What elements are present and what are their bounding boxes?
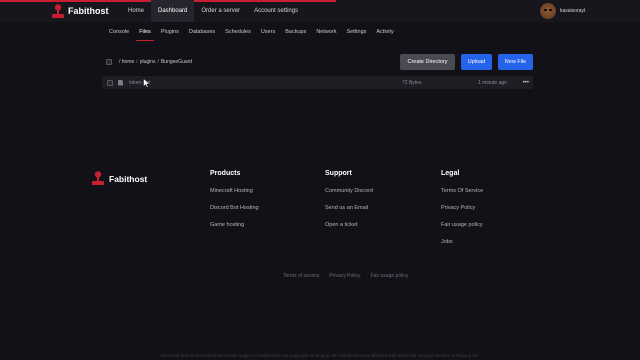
footer-link-community-discord[interactable]: Community Discord (325, 188, 373, 194)
tab-databases[interactable]: Databases (184, 24, 220, 40)
tab-files[interactable]: Files (134, 24, 156, 41)
bottom-link-privacy[interactable]: Privacy Policy (329, 273, 360, 279)
footer-link-minecraft-hosting[interactable]: Minecraft Hosting (210, 188, 259, 194)
brand-link[interactable]: Fabithost (52, 3, 109, 19)
breadcrumb-home[interactable]: / home (119, 59, 134, 65)
tab-users[interactable]: Users (256, 24, 280, 40)
topnav-home[interactable]: Home (121, 0, 151, 22)
select-all-checkbox[interactable] (106, 59, 112, 65)
file-modified: 1 minute ago (478, 79, 507, 86)
footer-link-fair-usage[interactable]: Fair usage policy (441, 222, 483, 228)
upload-button[interactable]: Upload (461, 54, 492, 70)
breadcrumb-plugins[interactable]: plugins (140, 59, 156, 65)
bottom-link-terms[interactable]: Terms of service (283, 273, 319, 279)
create-directory-button[interactable]: Create Directory (400, 54, 455, 70)
file-row-checkbox[interactable] (107, 79, 113, 86)
top-nav: Home Dashboard Order a server Account se… (121, 0, 305, 22)
footer-products-title: Products (210, 170, 241, 177)
footer-brand[interactable]: Fabithost (92, 170, 147, 187)
breadcrumb: / home / plugins / BungeeGuard (119, 59, 192, 65)
joystick-logo-icon (52, 3, 64, 18)
breadcrumb-separator: / (157, 59, 159, 65)
topnav-account-settings[interactable]: Account settings (247, 0, 305, 22)
tab-backups[interactable]: Backups (280, 24, 311, 40)
joystick-logo-icon (92, 171, 104, 185)
avatar[interactable] (540, 3, 556, 19)
brand-name: Fabithost (68, 6, 109, 16)
tab-network[interactable]: Network (311, 24, 341, 40)
footer-legal-title: Legal (441, 170, 460, 177)
file-row[interactable]: token.yml 72 Bytes 1 minute ago ••• (102, 76, 533, 89)
file-manager-toolbar: / home / plugins / BungeeGuard Create Di… (102, 54, 533, 70)
footer-link-discord-bot-hosting[interactable]: Discord Bot Hosting (210, 205, 259, 211)
tab-console[interactable]: Console (104, 24, 134, 40)
footer-link-terms[interactable]: Terms Of Service (441, 188, 483, 194)
footer-link-email[interactable]: Send us an Email (325, 205, 373, 211)
tab-schedules[interactable]: Schedules (220, 24, 256, 40)
footer-link-open-ticket[interactable]: Open a ticket (325, 222, 373, 228)
top-navbar: Fabithost Home Dashboard Order a server … (0, 0, 640, 22)
file-options-icon[interactable]: ••• (523, 80, 529, 86)
footer-support: Support Community Discord Send us an Ema… (325, 170, 373, 239)
file-size: 72 Bytes (402, 79, 422, 86)
new-file-button[interactable]: New File (498, 54, 533, 70)
footer-brand-name: Fabithost (109, 173, 148, 184)
breadcrumb-separator: / (136, 59, 138, 65)
server-subnav: Console Files Plugins Databases Schedule… (104, 24, 399, 41)
bottom-link-fair-usage[interactable]: Fair usage policy (371, 273, 409, 279)
footer-bottom-links: Terms of service Privacy Policy Fair usa… (283, 273, 408, 279)
footer-disclaimer: Minecraft and all associated Minecraft i… (160, 353, 480, 358)
footer-products: Products Minecraft Hosting Discord Bot H… (210, 170, 259, 239)
tab-settings[interactable]: Settings (342, 24, 372, 40)
username: kasaisorayt (560, 8, 586, 14)
footer-link-privacy[interactable]: Privacy Policy (441, 205, 483, 211)
tab-activity[interactable]: Activity (371, 24, 398, 40)
footer-support-title: Support (325, 170, 352, 177)
file-icon (118, 79, 123, 86)
footer-link-game-hosting[interactable]: Game hosting (210, 222, 259, 228)
tab-plugins[interactable]: Plugins (156, 24, 184, 40)
footer-link-jobs[interactable]: Jobs (441, 239, 483, 245)
mouse-pointer-icon (143, 78, 150, 88)
file-actions: Create Directory Upload New File (400, 54, 533, 70)
user-menu[interactable]: kasaisorayt (540, 2, 640, 20)
breadcrumb-current: BungeeGuard (160, 59, 193, 65)
footer-legal: Legal Terms Of Service Privacy Policy Fa… (441, 170, 483, 256)
topnav-dashboard[interactable]: Dashboard (151, 0, 195, 22)
topnav-order-server[interactable]: Order a server (194, 0, 247, 22)
